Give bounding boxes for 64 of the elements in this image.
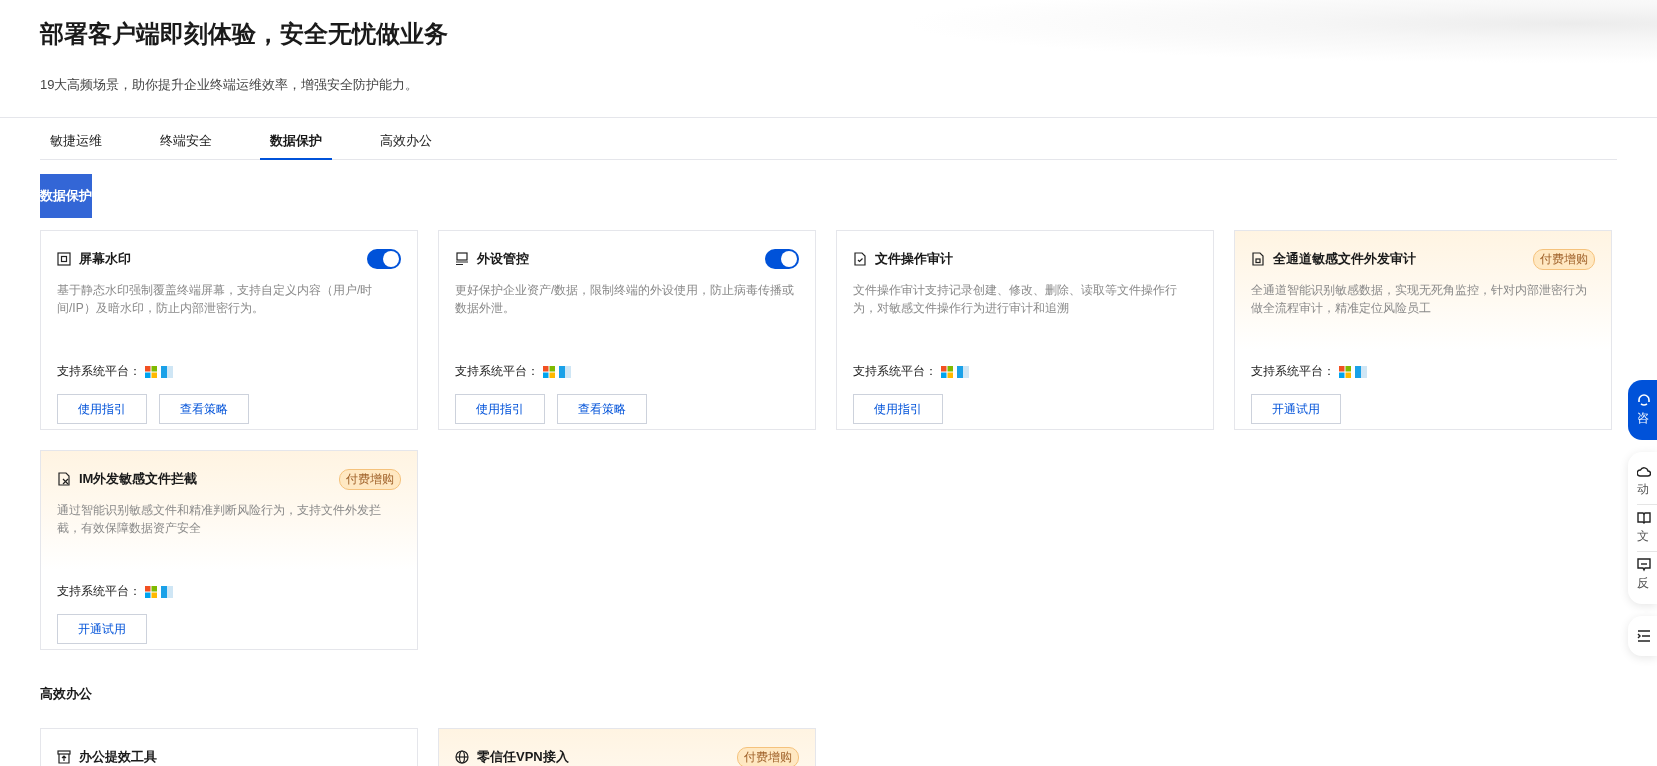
card-action-button[interactable]: 开通试用: [57, 614, 147, 644]
card-title: 外设管控: [477, 250, 530, 268]
card-action-button[interactable]: 使用指引: [455, 394, 545, 424]
face-tile-icon: [957, 365, 969, 378]
four-squares-icon: [145, 585, 157, 598]
list-icon: [1637, 630, 1651, 642]
side-panel-item[interactable]: 反: [1637, 551, 1657, 598]
face-tile-icon: [161, 585, 173, 598]
face-tile-icon: [559, 365, 571, 378]
paid-tag: 付费增购: [737, 746, 799, 766]
page-subtitle: 19大高频场景，助你提升企业终端运维效率，增强安全防护能力。: [40, 76, 420, 94]
card-title: 零信任VPN接入: [477, 748, 570, 766]
platform-label: 支持系统平台：: [57, 363, 141, 380]
four-squares-icon: [543, 365, 555, 378]
consult-button[interactable]: 咨: [1628, 380, 1657, 440]
category-tab[interactable]: 终端安全: [150, 123, 222, 160]
paid-tag: 付费增购: [1533, 248, 1595, 270]
document-block-icon: [57, 472, 71, 486]
globe-icon: [455, 750, 469, 764]
platform-label: 支持系统平台：: [57, 583, 141, 600]
card-title: 办公提效工具: [79, 748, 158, 766]
card-action-button[interactable]: 使用指引: [57, 394, 147, 424]
card-action-button[interactable]: 使用指引: [853, 394, 943, 424]
archive-box-icon: [57, 750, 71, 764]
side-panel-item[interactable]: 动: [1637, 458, 1657, 504]
toggle-switch[interactable]: [367, 249, 401, 269]
book-icon: [1637, 511, 1651, 525]
card-action-button[interactable]: 查看策略: [557, 394, 647, 424]
four-squares-icon: [1339, 365, 1351, 378]
card-description: 文件操作审计支持记录创建、修改、删除、读取等文件操作行为，对敏感文件操作行为进行审计和追溯: [853, 282, 1178, 317]
card-description: 通过智能识别敏感文件和精准判断风险行为，支持文件外发拦截，有效保障数据资产安全: [57, 502, 382, 537]
platform-label: 支持系统平台：: [455, 363, 539, 380]
category-tab[interactable]: 数据保护: [260, 123, 332, 160]
face-tile-icon: [161, 365, 173, 378]
platform-label: 支持系统平台：: [853, 363, 937, 380]
platform-label: 支持系统平台：: [1251, 363, 1335, 380]
message-icon: [1637, 558, 1651, 572]
card-description: 基于静态水印强制覆盖终端屏幕，支持自定义内容（用户/时间/IP）及暗水印，防止内部泄密行为。: [57, 282, 374, 317]
paid-tag: 付费增购: [339, 468, 401, 490]
card-title: IM外发敏感文件拦截: [79, 470, 199, 488]
face-tile-icon: [1355, 365, 1367, 378]
card-description: 更好保护企业资产/数据，限制终端的外设使用，防止病毒传播或数据外泄。: [455, 282, 796, 317]
framed-square-icon: [57, 252, 71, 266]
side-panel-item[interactable]: 文: [1637, 504, 1657, 551]
card-action-button[interactable]: 开通试用: [1251, 394, 1341, 424]
four-squares-icon: [145, 365, 157, 378]
collapse-button[interactable]: [1628, 616, 1657, 656]
headset-icon: [1637, 393, 1651, 407]
four-squares-icon: [941, 365, 953, 378]
document-check-icon: [853, 252, 867, 266]
page-title: 部署客户端即刻体验，安全无忧做业务: [40, 19, 449, 49]
card-title: 全通道敏感文件外发审计: [1273, 250, 1417, 268]
card-title: 屏幕水印: [79, 250, 132, 268]
section-title: 高效办公: [40, 685, 93, 703]
toggle-switch[interactable]: [765, 249, 799, 269]
document-lock-icon: [1251, 252, 1265, 266]
category-tab[interactable]: 敏捷运维: [40, 123, 112, 160]
card-title: 文件操作审计: [875, 250, 954, 268]
device-icon: [455, 252, 469, 266]
cloud-icon: [1637, 464, 1651, 478]
card-action-button[interactable]: 查看策略: [159, 394, 249, 424]
category-tab[interactable]: 高效办公: [370, 123, 442, 160]
card-description: 全通道智能识别敏感数据，实现无死角监控，针对内部泄密行为做全流程审计，精准定位风险员工: [1251, 282, 1588, 317]
section-title: 数据保护: [40, 174, 92, 218]
